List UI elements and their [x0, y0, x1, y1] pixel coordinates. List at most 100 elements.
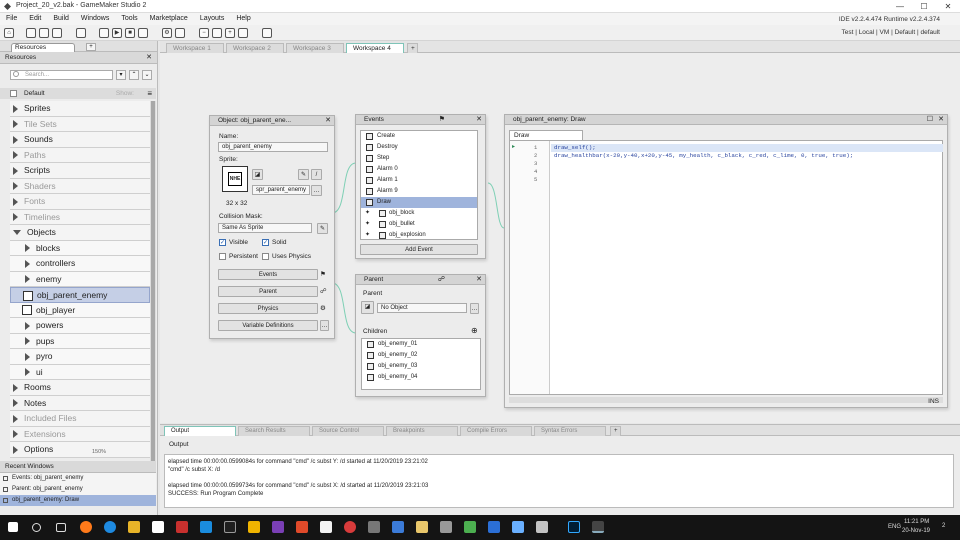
chevron-right-icon[interactable]: [13, 166, 18, 175]
parent-object-icon[interactable]: ◪: [361, 301, 374, 314]
chevron-right-icon[interactable]: [25, 368, 30, 377]
chevron-right-icon[interactable]: [13, 430, 18, 439]
parent-icon[interactable]: ☍: [438, 275, 445, 285]
tree-item[interactable]: obj_parent_enemy: [10, 287, 150, 303]
output-tab[interactable]: Syntax Errors: [534, 426, 606, 436]
tree-item[interactable]: Included Files: [10, 411, 150, 427]
sprite-preview[interactable]: NHE: [222, 166, 248, 192]
zoom-in-icon[interactable]: +: [225, 28, 235, 38]
event-item[interactable]: Alarm 0: [361, 164, 477, 175]
sprite-select[interactable]: spr_parent_enemy: [252, 185, 310, 195]
event-item[interactable]: ✦ obj_explosion: [361, 230, 477, 241]
vardefs-more-button[interactable]: …: [320, 320, 329, 331]
output-tab[interactable]: Breakpoints: [386, 426, 458, 436]
child-item[interactable]: obj_enemy_03: [362, 361, 480, 372]
tree-item[interactable]: Sprites: [10, 101, 150, 117]
gamemaker-taskbar-icon[interactable]: [592, 521, 604, 533]
chevron-right-icon[interactable]: [13, 182, 18, 191]
collision-edit-icon[interactable]: ✎: [317, 223, 328, 234]
output-tab[interactable]: Source Control: [312, 426, 384, 436]
code-line[interactable]: draw_healthbar(x-20,y-40,x+20,y-45, my_h…: [554, 152, 853, 159]
event-item[interactable]: Draw: [361, 197, 477, 208]
tree-item[interactable]: blocks: [10, 240, 150, 256]
home-icon[interactable]: ⌂: [4, 28, 14, 38]
event-item[interactable]: ✦ obj_block: [361, 208, 477, 219]
close-icon[interactable]: ✕: [325, 116, 331, 126]
open-project-icon[interactable]: [39, 28, 49, 38]
solid-checkbox[interactable]: ✓: [262, 239, 269, 246]
search-input[interactable]: Search...: [10, 70, 113, 80]
recent-window-item[interactable]: Events: obj_parent_enemy: [0, 473, 156, 484]
add-child-icon[interactable]: ⊕: [471, 326, 478, 335]
menu-build[interactable]: Build: [47, 13, 75, 25]
app-icon[interactable]: [512, 521, 524, 533]
search-icon[interactable]: [32, 523, 41, 532]
menu-help[interactable]: Help: [230, 13, 256, 25]
app-icon[interactable]: [344, 521, 356, 533]
clock-date[interactable]: 20-Nov-19: [902, 528, 930, 534]
menu-windows[interactable]: Windows: [75, 13, 115, 25]
chevron-right-icon[interactable]: [13, 213, 18, 222]
parent-more-button[interactable]: …: [470, 303, 479, 314]
sprite-more-button[interactable]: …: [311, 185, 322, 196]
menu-layouts[interactable]: Layouts: [194, 13, 231, 25]
app-icon[interactable]: [176, 521, 188, 533]
language-indicator[interactable]: ENG: [888, 524, 901, 530]
tree-item[interactable]: obj_player: [10, 302, 150, 318]
persistent-checkbox[interactable]: [219, 253, 226, 260]
close-icon[interactable]: ✕: [476, 115, 482, 125]
default-group[interactable]: Default Show: ≡: [0, 88, 156, 99]
flag-icon[interactable]: ⚑: [439, 115, 445, 125]
tree-item[interactable]: powers: [10, 318, 150, 334]
file-explorer-icon[interactable]: [128, 521, 140, 533]
tree-item[interactable]: Shaders: [10, 178, 150, 194]
add-tab-button[interactable]: +: [86, 43, 96, 51]
menu-icon[interactable]: ≡: [147, 88, 152, 99]
app-icon[interactable]: [392, 521, 404, 533]
tree-item[interactable]: Scripts: [10, 163, 150, 179]
tree-item[interactable]: Extensions: [10, 426, 150, 442]
package-icon[interactable]: [76, 28, 86, 38]
visible-checkbox[interactable]: ✓: [219, 239, 226, 246]
tree-item[interactable]: Tile Sets: [10, 116, 150, 132]
app-icon[interactable]: [224, 521, 236, 533]
tree-item[interactable]: Objects: [10, 225, 150, 241]
collision-mask-select[interactable]: Same As Sprite: [218, 223, 312, 233]
app-icon[interactable]: [200, 521, 212, 533]
menu-edit[interactable]: Edit: [23, 13, 47, 25]
default-checkbox[interactable]: [10, 90, 17, 97]
tree-item[interactable]: pyro: [10, 349, 150, 365]
app-icon[interactable]: [536, 521, 548, 533]
chevron-right-icon[interactable]: [13, 383, 18, 392]
app-icon[interactable]: [272, 521, 284, 533]
collapse-down-icon[interactable]: ⌄: [142, 70, 152, 80]
parent-select[interactable]: No Object: [377, 303, 467, 313]
menu-file[interactable]: File: [0, 13, 23, 25]
new-project-icon[interactable]: [26, 28, 36, 38]
chevron-right-icon[interactable]: [13, 445, 18, 454]
child-item[interactable]: obj_enemy_04: [362, 372, 480, 383]
stop-icon[interactable]: ■: [125, 28, 135, 38]
search-options-icon[interactable]: ▾: [116, 70, 126, 80]
resources-tab[interactable]: Resources: [11, 43, 75, 52]
clean-icon[interactable]: [138, 28, 148, 38]
app-icon[interactable]: [320, 521, 332, 533]
tree-item[interactable]: Notes: [10, 395, 150, 411]
close-icon[interactable]: ✕: [146, 52, 152, 64]
edge-icon[interactable]: [104, 521, 116, 533]
chevron-right-icon[interactable]: [25, 244, 30, 253]
chevron-right-icon[interactable]: [13, 120, 18, 129]
close-button[interactable]: ✕: [936, 0, 960, 13]
preferences-icon[interactable]: [262, 28, 272, 38]
firefox-icon[interactable]: [80, 521, 92, 533]
chevron-down-icon[interactable]: [13, 230, 21, 236]
close-icon[interactable]: ✕: [476, 275, 482, 285]
physics-button[interactable]: Physics: [218, 303, 318, 314]
tree-item[interactable]: Rooms: [10, 380, 150, 396]
zoom-reset-icon[interactable]: [212, 28, 222, 38]
draw-tab[interactable]: Draw: [509, 130, 583, 140]
code-editor[interactable]: ▸ 1 draw_self(); 2 draw_healthbar(x-20,y-40…: [509, 140, 943, 395]
event-item[interactable]: Create: [361, 131, 477, 142]
child-item[interactable]: obj_enemy_02: [362, 350, 480, 361]
app-icon[interactable]: [296, 521, 308, 533]
